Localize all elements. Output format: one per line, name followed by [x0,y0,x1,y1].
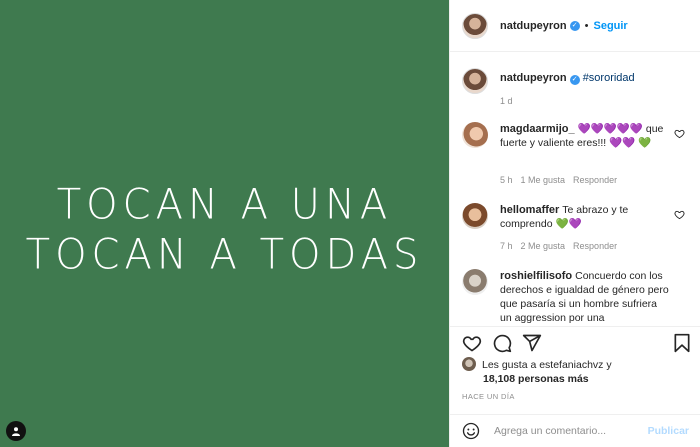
heart-icon[interactable] [462,333,482,353]
comments-list[interactable]: natdupeyron ✓ #sororidad 1 d magdaarmijo_… [450,53,700,325]
comment-username[interactable]: hellomaffer [500,204,559,216]
comment-username[interactable]: magdaarmijo_ [500,123,575,135]
tag-user-icon[interactable] [6,421,26,441]
verified-icon: ✓ [569,20,580,31]
add-comment-bar: Agrega un comentario... Publicar [450,414,700,447]
comment-time[interactable]: 7 h [500,241,513,251]
reply-button[interactable]: Responder [573,241,617,251]
comment-meta: 5 h 1 Me gusta Responder [500,175,625,185]
action-bar [450,326,700,358]
comment-likes[interactable]: 2 Me gusta [521,241,566,251]
avatar[interactable] [462,12,488,39]
post-image-text-line1: TOCAN A UNA [56,180,393,230]
comment: magdaarmijo_ 💜💜💜💜💜 que fuerte y valiente … [462,122,670,150]
caption-hashtag[interactable]: #sororidad [583,72,635,84]
comment-likes[interactable]: 1 Me gusta [521,175,566,185]
post-image-text-line2: TOCAN A TODAS [25,230,424,280]
publish-button[interactable]: Publicar [648,425,689,437]
caption-time[interactable]: 1 d [500,96,513,106]
heart-icon[interactable] [674,128,685,139]
verified-icon: ✓ [569,75,580,85]
likes-summary[interactable]: Les gusta a estefaniachvz y 18,108 perso… [462,357,692,386]
post-image[interactable]: TOCAN A UNA TOCAN A TODAS [0,0,449,447]
avatar[interactable] [462,203,488,229]
header-username[interactable]: natdupeyron [500,20,567,32]
likes-line2[interactable]: 18,108 personas más [462,372,692,386]
comment-username[interactable]: roshielfilisofo [500,270,572,282]
post-header: natdupeyron ✓ • Seguir [450,0,700,52]
avatar[interactable] [462,68,488,94]
comment: roshielfilisofo Concuerdo con los derecho… [462,269,670,325]
post-side-panel: natdupeyron ✓ • Seguir natdupeyron ✓ #sor… [449,0,700,447]
comment-input[interactable]: Agrega un comentario... [494,425,648,437]
likes-line1: Les gusta a estefaniachvz y [482,359,612,371]
follow-button[interactable]: Seguir [593,20,627,32]
separator-dot: • [584,19,589,32]
bookmark-icon[interactable] [672,333,692,353]
comment-icon[interactable] [492,333,512,353]
heart-icon[interactable] [674,209,685,220]
caption-username[interactable]: natdupeyron [500,72,567,84]
avatar[interactable] [462,357,476,371]
comment: hellomaffer Te abrazo y te comprendo 💚💜 [462,203,670,231]
post-time-ago[interactable]: HACE UN DÍA [462,392,515,401]
caption: natdupeyron ✓ #sororidad [462,68,635,94]
reply-button[interactable]: Responder [573,175,617,185]
emoji-icon[interactable] [462,422,480,440]
share-icon[interactable] [522,333,542,353]
avatar[interactable] [462,269,488,295]
comment-meta: 7 h 2 Me gusta Responder [500,241,625,251]
comment-time[interactable]: 5 h [500,175,513,185]
avatar[interactable] [462,122,488,148]
